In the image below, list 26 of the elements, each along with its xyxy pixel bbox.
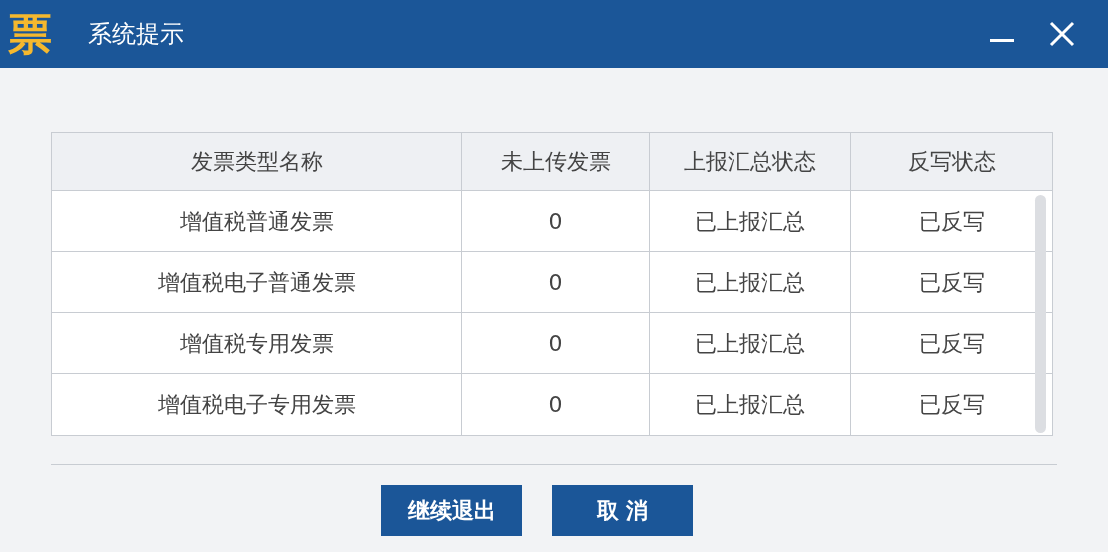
- continue-exit-button[interactable]: 继续退出: [381, 485, 522, 536]
- column-header: 上报汇总状态: [650, 133, 851, 190]
- table-cell: 增值税电子普通发票: [52, 252, 462, 312]
- column-header: 反写状态: [906, 148, 997, 176]
- window-title: 系统提示: [88, 19, 184, 50]
- table-cell-text: 已反写: [917, 268, 986, 297]
- table-cell: 0: [462, 252, 650, 312]
- scrollbar[interactable]: [1035, 195, 1046, 433]
- table-cell-text: 已反写: [917, 329, 986, 358]
- app-logo: 票: [8, 12, 53, 56]
- column-header: 未上传发票: [462, 133, 650, 190]
- close-icon[interactable]: [1048, 20, 1076, 48]
- table-cell: 增值税普通发票: [52, 191, 462, 251]
- table-cell-text: 已反写: [917, 391, 986, 419]
- table-cell: 0: [462, 191, 650, 251]
- column-header: 发票类型名称: [52, 133, 462, 190]
- table-cell-text: 已反写: [917, 207, 986, 236]
- cancel-button[interactable]: 取 消: [552, 485, 693, 536]
- table-cell: 已上报汇总: [650, 252, 851, 312]
- table-cell: 已上报汇总: [650, 191, 851, 251]
- table-cell: 已上报汇总: [650, 374, 851, 435]
- table-cell: 0: [462, 374, 650, 435]
- table-cell: 0: [462, 313, 650, 373]
- table-cell: 增值税专用发票: [52, 313, 462, 373]
- table-cell: 已上报汇总: [650, 313, 851, 373]
- table-cell: 增值税电子专用发票: [52, 374, 462, 435]
